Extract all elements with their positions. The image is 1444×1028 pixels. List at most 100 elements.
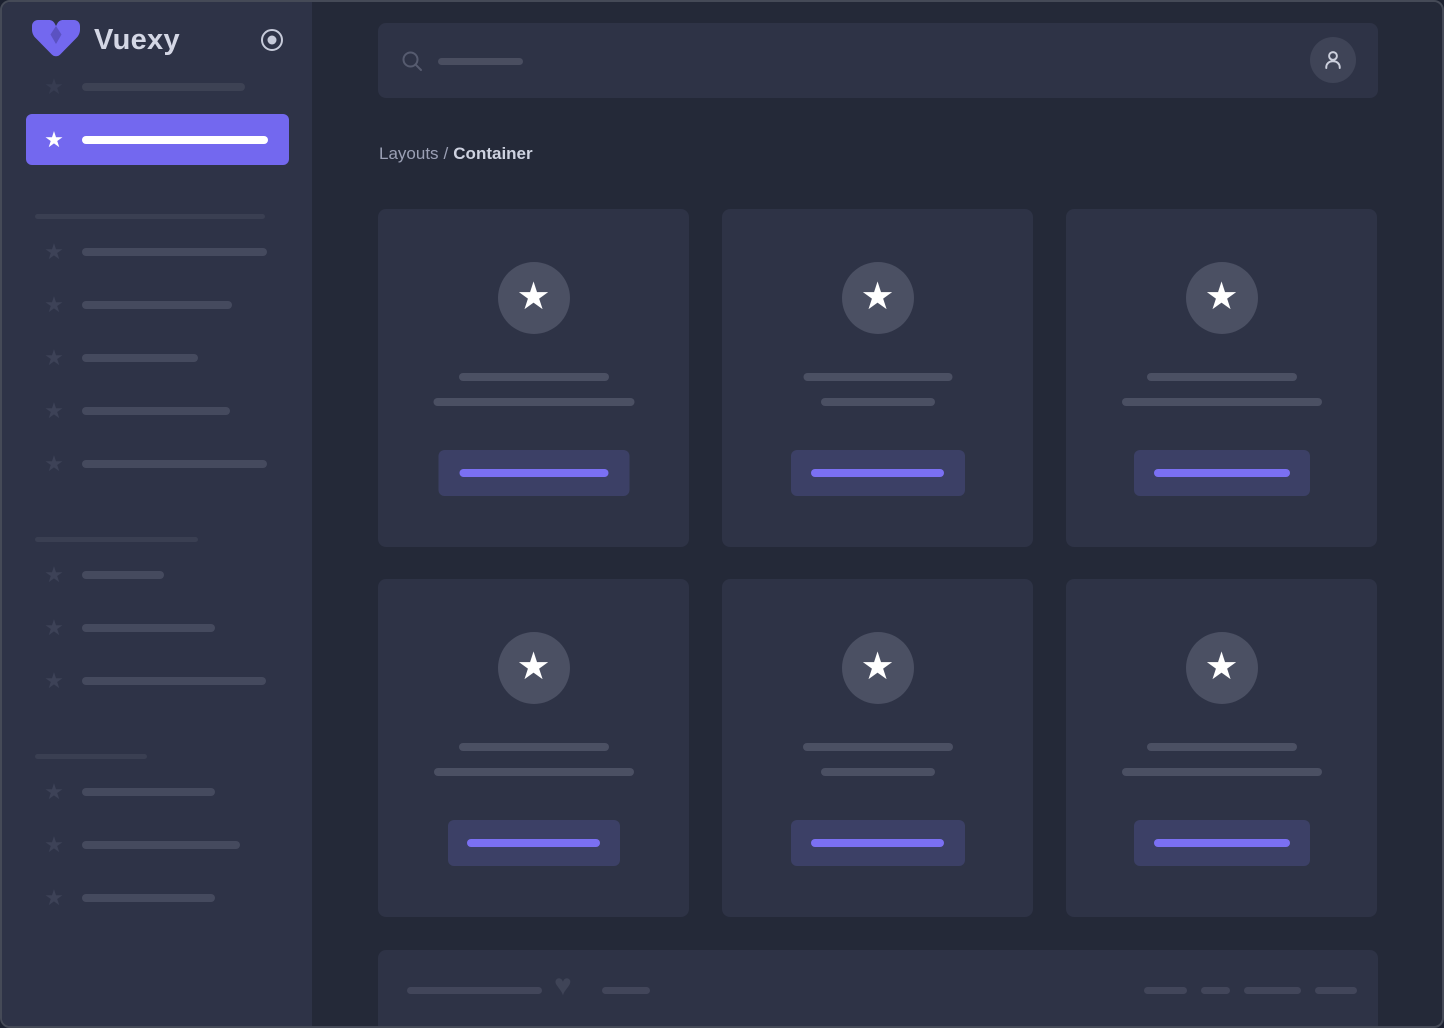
- breadcrumb-parent[interactable]: Layouts: [379, 144, 439, 163]
- card-title-skeleton: [1146, 373, 1297, 381]
- nav-label-skeleton: [82, 407, 230, 415]
- button-label-skeleton: [1153, 469, 1290, 477]
- search-placeholder-skeleton: [438, 58, 523, 65]
- sidebar-toggle-icon[interactable]: [260, 28, 284, 52]
- sidebar-item[interactable]: ★: [42, 563, 312, 587]
- sidebar-item[interactable]: ★: [42, 886, 312, 910]
- breadcrumb: Layouts / Container: [379, 144, 533, 164]
- person-icon: [1325, 51, 1341, 69]
- card-button[interactable]: [438, 450, 629, 496]
- card-avatar: ★: [841, 632, 914, 704]
- card-title-skeleton: [802, 743, 953, 751]
- card: ★: [378, 209, 689, 547]
- card-subtitle-skeleton: [820, 398, 935, 406]
- card-title-skeleton: [458, 373, 609, 381]
- sidebar-item[interactable]: ★: [42, 833, 312, 857]
- star-icon: ★: [44, 885, 64, 910]
- card-avatar: ★: [1185, 632, 1258, 704]
- vuexy-logo-icon: [32, 20, 80, 60]
- button-label-skeleton: [1153, 839, 1290, 847]
- star-icon: ★: [44, 615, 64, 640]
- sidebar-item[interactable]: ★: [42, 399, 312, 423]
- sidebar-item[interactable]: ★: [42, 780, 312, 804]
- card-button[interactable]: [447, 820, 620, 866]
- sidebar-item[interactable]: ★: [42, 452, 312, 476]
- card-button[interactable]: [1133, 820, 1310, 866]
- footer-text-skeleton: [602, 987, 650, 994]
- card-avatar: ★: [841, 262, 914, 334]
- sidebar-item-active[interactable]: ★: [26, 114, 289, 165]
- nav-label-skeleton: [82, 248, 267, 256]
- app-frame: Vuexy ★ ★ ★ ★ ★ ★ ★ ★ ★ ★ ★ ★ ★ Layouts …: [0, 0, 1444, 1028]
- nav-label-skeleton: [82, 894, 215, 902]
- star-icon: ★: [44, 562, 64, 587]
- sidebar-nav: ★ ★ ★ ★ ★ ★ ★ ★ ★ ★ ★ ★ ★: [2, 75, 312, 910]
- card: ★: [1066, 579, 1377, 917]
- card: ★: [1066, 209, 1377, 547]
- nav-label-skeleton: [82, 788, 215, 796]
- card-button[interactable]: [790, 820, 965, 866]
- sidebar-header: Vuexy: [2, 2, 312, 57]
- star-icon: ★: [44, 451, 64, 476]
- star-icon: ★: [860, 646, 895, 688]
- footer-text-skeleton: [407, 987, 542, 994]
- card-subtitle-skeleton: [820, 768, 935, 776]
- footer: ♥: [378, 950, 1378, 1026]
- sidebar-item[interactable]: ★: [42, 346, 312, 370]
- main-content: Layouts / Container ★ ★ ★ ★ ★ ★ ♥: [312, 2, 1442, 1026]
- footer-link-skeleton: [1201, 987, 1230, 994]
- card: ★: [378, 579, 689, 917]
- nav-label-skeleton: [82, 677, 266, 685]
- nav-label-skeleton: [82, 83, 245, 91]
- breadcrumb-current: Container: [453, 144, 533, 163]
- card-button[interactable]: [1133, 450, 1310, 496]
- card-subtitle-skeleton: [433, 768, 634, 776]
- nav-label-skeleton: [82, 571, 164, 579]
- sidebar: Vuexy ★ ★ ★ ★ ★ ★ ★ ★ ★ ★ ★ ★ ★: [2, 2, 312, 1026]
- card-avatar: ★: [1185, 262, 1258, 334]
- card-avatar: ★: [497, 262, 570, 334]
- footer-links: [1144, 987, 1357, 994]
- star-icon: ★: [516, 276, 551, 318]
- nav-label-skeleton: [82, 841, 240, 849]
- card-avatar: ★: [497, 632, 570, 704]
- nav-label-skeleton: [82, 135, 268, 144]
- card-subtitle-skeleton: [433, 398, 634, 406]
- sidebar-item[interactable]: ★: [42, 240, 312, 264]
- button-label-skeleton: [467, 839, 600, 847]
- nav-section-header-skeleton: [35, 754, 147, 759]
- star-icon: ★: [44, 345, 64, 370]
- card-button[interactable]: [790, 450, 965, 496]
- star-icon: ★: [516, 646, 551, 688]
- card: ★: [722, 209, 1033, 547]
- app-title: Vuexy: [94, 23, 180, 56]
- card-title-skeleton: [458, 743, 609, 751]
- search-icon: [401, 50, 423, 72]
- nav-section-header-skeleton: [35, 214, 265, 219]
- star-icon: ★: [44, 398, 64, 423]
- card-subtitle-skeleton: [1121, 398, 1322, 406]
- user-avatar[interactable]: [1310, 37, 1356, 83]
- star-icon: ★: [1204, 646, 1239, 688]
- heart-icon: ♥: [554, 969, 572, 1002]
- star-icon: ★: [44, 779, 64, 804]
- card-title-skeleton: [1146, 743, 1297, 751]
- button-label-skeleton: [459, 469, 608, 477]
- sidebar-item[interactable]: ★: [42, 75, 312, 99]
- sidebar-item[interactable]: ★: [42, 293, 312, 317]
- star-icon: ★: [860, 276, 895, 318]
- sidebar-item[interactable]: ★: [42, 669, 312, 693]
- card: ★: [722, 579, 1033, 917]
- footer-link-skeleton: [1244, 987, 1301, 994]
- footer-link-skeleton: [1315, 987, 1357, 994]
- button-label-skeleton: [811, 469, 944, 477]
- footer-link-skeleton: [1144, 987, 1187, 994]
- nav-label-skeleton: [82, 624, 215, 632]
- sidebar-item[interactable]: ★: [42, 616, 312, 640]
- star-icon: ★: [44, 74, 64, 99]
- star-icon: ★: [44, 292, 64, 317]
- button-label-skeleton: [811, 839, 944, 847]
- search-bar[interactable]: [378, 23, 1378, 98]
- card-title-skeleton: [803, 373, 952, 381]
- nav-label-skeleton: [82, 354, 198, 362]
